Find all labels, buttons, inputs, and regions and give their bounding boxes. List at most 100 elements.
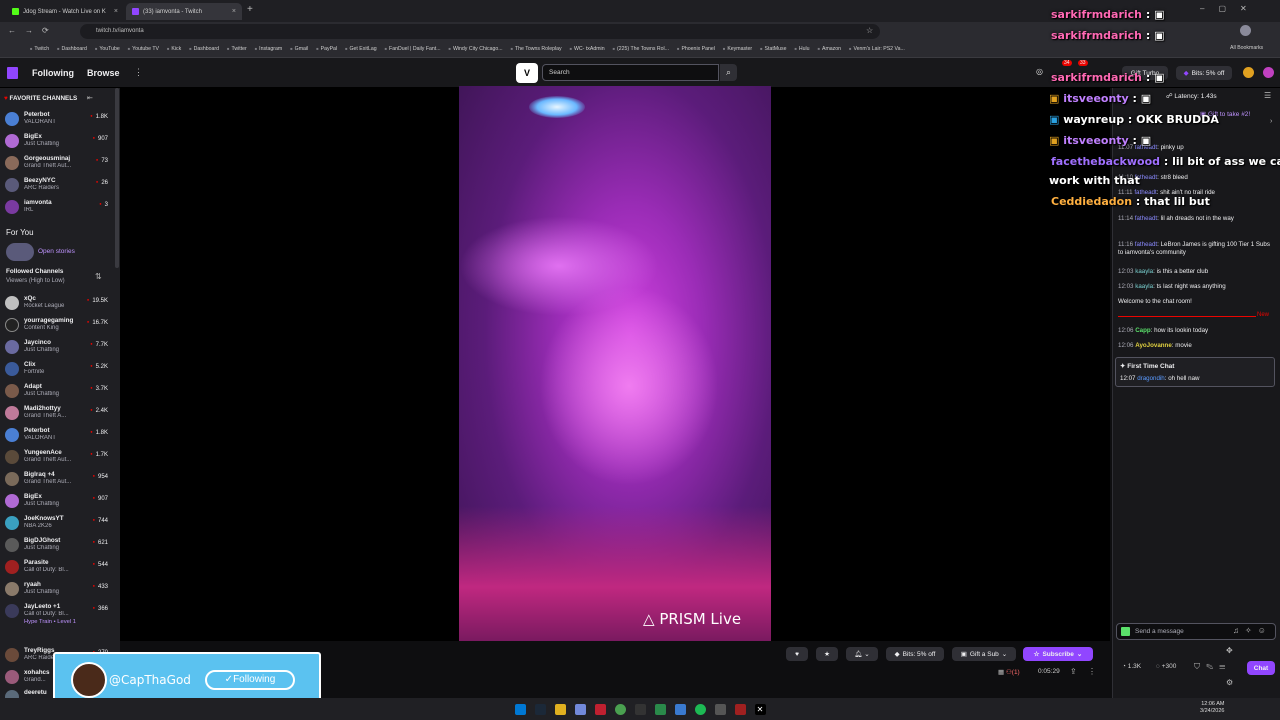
search-input[interactable]: Search [542, 64, 719, 81]
profile-avatar[interactable] [1240, 25, 1251, 36]
chevron-right-icon[interactable]: › [1270, 118, 1272, 125]
user-avatar[interactable] [1243, 67, 1254, 78]
bookmark[interactable]: Dashboard [189, 46, 219, 52]
app-icon[interactable] [734, 703, 746, 715]
all-bookmarks[interactable]: All Bookmarks [1230, 45, 1263, 51]
bookmark[interactable]: StatMuse [760, 46, 787, 52]
sidebar-channel[interactable]: BigIraq +4Grand Theft Aut... 954 [0, 468, 120, 490]
channel-points[interactable]: ◌ +300 [1156, 663, 1176, 670]
chrome-icon[interactable] [614, 703, 626, 715]
nav-buttons[interactable]: ←→⟳ [8, 26, 58, 35]
chat-send-button[interactable]: Chat [1247, 661, 1275, 675]
sidebar-channel[interactable]: JaycincoJust Chatting 7.7K [0, 336, 120, 358]
nav-browse[interactable]: Browse [87, 68, 120, 78]
sidebar-scrollbar[interactable] [115, 88, 119, 268]
sidebar-channel[interactable]: AdaptJust Chatting 3.7K [0, 380, 120, 402]
bookmark[interactable]: Phoenix Panel [677, 46, 714, 52]
open-stories-link[interactable]: Open stories [38, 248, 75, 255]
msg-user[interactable]: kaayla [1135, 268, 1153, 275]
steam-icon[interactable] [534, 703, 546, 715]
bookmark[interactable]: PayPal [316, 46, 337, 52]
bookmark[interactable]: Twitter [227, 46, 246, 52]
sidebar-channel[interactable]: BigExJust Chatting 907 [0, 490, 120, 512]
system-clock[interactable]: 12:06 AM 3/24/2026 [1200, 701, 1224, 715]
app-icon[interactable] [714, 703, 726, 715]
sidebar-channel[interactable]: ClixFortnite 5.2K [0, 358, 120, 380]
bookmark[interactable]: Instagram [255, 46, 282, 52]
sidebar-channel[interactable]: GorgeousminajGrand Theft Aut... 73 [0, 152, 120, 174]
badge-icon[interactable] [1121, 627, 1130, 636]
nav-following[interactable]: Following [32, 68, 74, 78]
bookmark[interactable]: FanDuel | Daily Fant... [385, 46, 441, 52]
more-options-icon[interactable]: ⋮ [1088, 667, 1096, 676]
close-tab-icon[interactable]: × [232, 8, 236, 15]
bookmark[interactable]: The Towns Roleplay [511, 46, 562, 52]
browser-tab-twitch[interactable]: (33) iamvonta - Twitch × [126, 3, 242, 20]
msg-user[interactable]: AyoJovanne [1135, 342, 1172, 349]
sidebar-channel[interactable]: BigDJGhostJust Chatting 621 [0, 534, 120, 556]
browser-tab-jdog[interactable]: Jdog Stream - Watch Live on K × [6, 3, 124, 20]
msg-user[interactable]: Capp [1135, 327, 1150, 334]
folder-icon[interactable] [554, 703, 566, 715]
chat-settings-icon[interactable]: ☰ [1264, 91, 1271, 100]
points-icon[interactable]: ✥ [1226, 646, 1233, 655]
bookmark-star-icon[interactable]: ☆ [866, 26, 873, 35]
sidebar-channel[interactable]: ParasiteCall of Duty: Bl... 544 [0, 556, 120, 578]
sidebar-channel[interactable]: PeterbotVALORANT 1.8K [0, 108, 120, 130]
sidebar-channel[interactable]: yourragegamingContent King 16.7K [0, 314, 120, 336]
share-icon[interactable]: ⇪ [1070, 667, 1077, 676]
sidebar-channel[interactable]: Madi2hottyyGrand Theft A... 2.4K [0, 402, 120, 424]
subscribe-button[interactable]: ☆ Subscribe ⌄ [1023, 647, 1093, 661]
bookmark[interactable]: Gmail [290, 46, 309, 52]
extension-logo-icon[interactable]: V [516, 63, 538, 83]
app-icon[interactable] [594, 703, 606, 715]
start-icon[interactable] [514, 703, 526, 715]
user-menu-avatar[interactable] [1263, 67, 1274, 78]
bookmark[interactable]: Kick [167, 46, 181, 52]
sidebar-channel[interactable]: xQcRocket League 19.5K [0, 292, 120, 314]
terminal-icon[interactable] [634, 703, 646, 715]
sidebar-channel[interactable]: iamvontaIRL 3 [0, 196, 120, 218]
discord-icon[interactable] [574, 703, 586, 715]
collapse-sidebar-icon[interactable]: ⇤ [87, 94, 93, 102]
search-icon[interactable]: ⌕ [720, 64, 737, 81]
sort-icon[interactable]: ⇅ [95, 272, 102, 281]
x-icon[interactable]: ✕ [754, 703, 766, 715]
bookmark[interactable]: Amazon [818, 46, 841, 52]
settings-gear-icon[interactable]: ⚙ [1226, 678, 1233, 687]
sidebar-channel[interactable]: BeezyNYCARC Raiders 26 [0, 174, 120, 196]
spotify-icon[interactable] [694, 703, 706, 715]
app-icon[interactable] [674, 703, 686, 715]
msg-user[interactable]: fatheadt [1135, 241, 1157, 248]
bits-button[interactable]: ◆ Bits: 5% off [886, 647, 944, 661]
favorite-star-icon[interactable]: ★ [816, 647, 838, 661]
get-bits-button[interactable]: ◆ Bits: 5% off [1176, 66, 1232, 80]
more-menu-icon[interactable]: ⋮ [134, 67, 143, 78]
close-tab-icon[interactable]: × [114, 8, 118, 15]
bookmark[interactable]: Youtube TV [128, 46, 159, 52]
bookmark[interactable]: Windy City Chicago... [449, 46, 503, 52]
bookmark[interactable]: Twitch [30, 46, 49, 52]
twitch-logo-icon[interactable] [7, 67, 18, 79]
follow-heart-icon[interactable]: ♥ [786, 647, 808, 661]
sidebar-channel[interactable]: YungeenAceGrand Theft Aut... 1.7K [0, 446, 120, 468]
chat-tool-icons[interactable]: ⛉✎☰ [1194, 662, 1231, 672]
address-bar[interactable]: twitch.tv/iamvonta [80, 24, 880, 39]
window-controls[interactable]: –▢✕ [1200, 4, 1261, 13]
prime-icon[interactable]: ◎ [1036, 67, 1043, 76]
msg-user[interactable]: kaayla [1135, 283, 1153, 290]
video-frame[interactable]: △ PRISM Live [459, 86, 771, 641]
sidebar-channel[interactable]: BigExJust Chatting 907 [0, 130, 120, 152]
new-tab-icon[interactable]: + [247, 4, 253, 15]
bookmark[interactable]: WC- txAdmin [570, 46, 605, 52]
bookmark[interactable]: Dashboard [57, 46, 87, 52]
sidebar-channel[interactable]: JayLeeto +1Call of Duty: Bl... 366 Hype Tr… [0, 600, 120, 630]
bookmark[interactable]: (225) The Towns Rol... [613, 46, 669, 52]
bookmark[interactable]: Hulu [794, 46, 810, 52]
sidebar-channel[interactable]: ryaahJust Chatting 433 [0, 578, 120, 600]
chat-input[interactable]: Send a message ♫✧☺ [1116, 623, 1276, 640]
msg-user[interactable]: fatheadt [1135, 215, 1157, 222]
sidebar-channel[interactable]: JoeKnowsYTNBA 2K26 744 [0, 512, 120, 534]
sidebar-channel[interactable]: PeterbotVALORANT 1.8K [0, 424, 120, 446]
msg-user[interactable]: dragondih [1137, 375, 1165, 382]
